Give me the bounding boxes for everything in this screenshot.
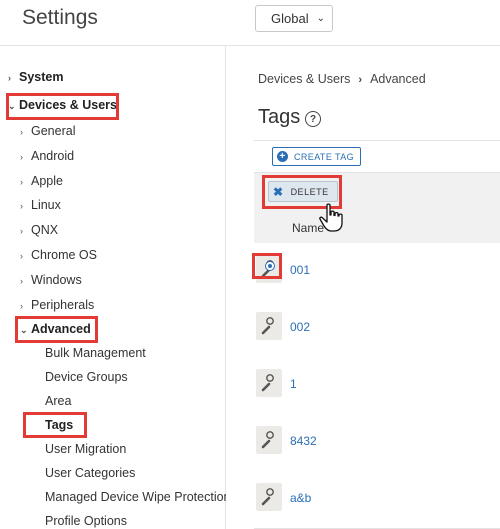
sidebar-item-qnx[interactable]: › QNX (20, 223, 58, 237)
sidebar-item-area[interactable]: Area (45, 394, 71, 408)
hand-pointer-icon (318, 203, 346, 238)
sidebar-item-label: Chrome OS (31, 248, 97, 262)
chevron-right-icon: › (20, 177, 23, 187)
highlight-tags (23, 412, 87, 438)
chevron-down-icon: ⌄ (316, 13, 325, 24)
table-row[interactable]: 8432 (254, 414, 500, 472)
user-tag-icon (256, 483, 282, 511)
sidebar-item-label: Managed Device Wipe Protection (45, 490, 231, 504)
tag-link[interactable]: 1 (290, 377, 297, 391)
chevron-right-icon: › (20, 301, 23, 311)
chevron-right-icon: › (20, 152, 23, 162)
sidebar-item-windows[interactable]: › Windows (20, 273, 82, 287)
breadcrumb-current: Advanced (370, 72, 426, 86)
sidebar-item-label: User Categories (45, 466, 136, 480)
sidebar-item-apple[interactable]: › Apple (20, 174, 63, 188)
chevron-right-icon: › (8, 73, 11, 83)
scope-dropdown-value: Global (271, 11, 309, 26)
settings-sidebar: › System ⌄ Devices & Users › General › Andro… (0, 46, 231, 529)
breadcrumb-parent[interactable]: Devices & Users (258, 72, 350, 86)
create-tag-button[interactable]: + CREATE TAG (272, 147, 362, 166)
sidebar-item-chrome-os[interactable]: › Chrome OS (20, 248, 97, 262)
chevron-right-icon: › (20, 276, 23, 286)
app-title: Settings (22, 6, 98, 29)
breadcrumb-separator-icon: › (358, 74, 363, 86)
sidebar-item-bulk-management[interactable]: Bulk Management (45, 346, 146, 360)
sidebar-item-linux[interactable]: › Linux (20, 198, 61, 212)
table-row[interactable]: a&b (254, 471, 500, 529)
sidebar-item-label: User Migration (45, 442, 127, 456)
table-row[interactable]: 1 (254, 357, 500, 415)
tag-link[interactable]: a&b (290, 491, 311, 505)
sidebar-item-label: Bulk Management (45, 346, 146, 360)
tag-link[interactable]: 002 (290, 320, 310, 334)
sidebar-item-user-categories[interactable]: User Categories (45, 466, 135, 480)
sidebar-item-label: System (19, 70, 64, 84)
sidebar-item-android[interactable]: › Android (20, 149, 74, 163)
sidebar-item-peripherals[interactable]: › Peripherals (20, 298, 94, 312)
sidebar-item-profile-options[interactable]: Profile Options (45, 514, 127, 528)
question-circle-icon[interactable]: ? (305, 111, 321, 127)
sidebar-item-label: Profile Options (45, 514, 127, 528)
chevron-right-icon: › (20, 201, 23, 211)
user-tag-icon (256, 312, 282, 340)
tag-link[interactable]: 8432 (290, 434, 317, 448)
app-header: Settings Global ⌄ (0, 0, 500, 46)
highlight-row-select (252, 253, 282, 279)
sidebar-item-wipe-protection[interactable]: Managed Device Wipe Protection (45, 490, 231, 504)
sidebar-item-label: Area (45, 394, 72, 408)
scope-dropdown[interactable]: Global ⌄ (255, 5, 333, 32)
page-title: Tags (258, 106, 301, 128)
chevron-right-icon: › (20, 251, 23, 261)
sidebar-item-device-groups[interactable]: Device Groups (45, 370, 128, 384)
highlight-devices-users (6, 93, 119, 120)
breadcrumb: Devices & Users › Advanced (258, 72, 426, 86)
create-tag-label: CREATE TAG (294, 151, 355, 162)
plus-circle-icon: + (277, 151, 288, 162)
sidebar-item-label: Android (31, 149, 75, 163)
sidebar-item-label: Windows (31, 273, 82, 287)
sidebar-item-label: Linux (31, 198, 61, 212)
sidebar-item-label: Peripherals (31, 298, 95, 312)
table-row[interactable]: 001 (254, 243, 500, 301)
sidebar-item-label: Device Groups (45, 370, 128, 384)
user-tag-icon (256, 426, 282, 454)
main-panel: Devices & Users › Advanced Tags ? + CREATE… (226, 46, 500, 529)
tag-link[interactable]: 001 (290, 263, 310, 277)
sidebar-item-general[interactable]: › General (20, 124, 75, 138)
highlight-advanced (15, 316, 98, 343)
table-row[interactable]: 002 (254, 300, 500, 358)
sidebar-item-label: Apple (31, 174, 63, 188)
sidebar-item-label: QNX (31, 223, 59, 237)
chevron-right-icon: › (20, 127, 23, 137)
sidebar-item-label: General (31, 124, 76, 138)
sidebar-item-user-migration[interactable]: User Migration (45, 442, 126, 456)
chevron-right-icon: › (20, 226, 23, 236)
sidebar-item-system[interactable]: › System (8, 70, 63, 84)
user-tag-icon (256, 369, 282, 397)
